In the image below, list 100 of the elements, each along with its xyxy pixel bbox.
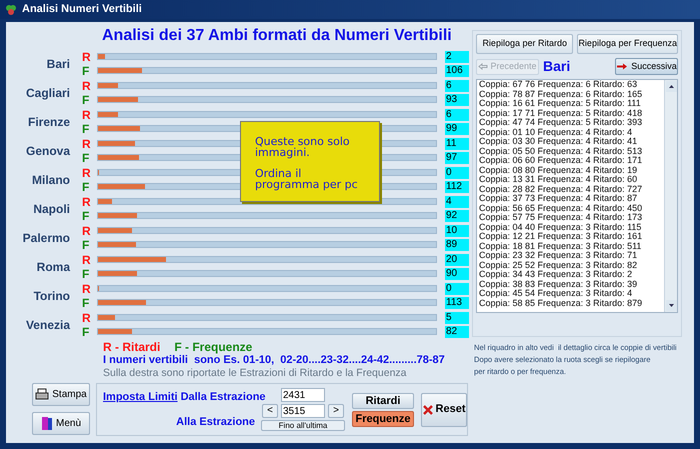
current-wheel: Bari [543, 57, 572, 76]
pair-item[interactable]: Coppia: 78 87 Frequenza: 6 Ritardo: 165 [479, 90, 664, 99]
previous-button[interactable]: < [262, 404, 278, 418]
wheel-name: Firenze [26, 114, 70, 130]
bar-letter: R [82, 108, 92, 120]
value-field: 10 [445, 224, 469, 236]
window-title: Analisi Numeri Vertibili [22, 2, 142, 18]
note-text: Queste sono solo immagini. [255, 136, 351, 158]
value-field: 2 [445, 50, 469, 62]
pair-item[interactable]: Coppia: 67 76 Frequenza: 6 Ritardo: 63 [479, 80, 664, 90]
scroll-up-icon[interactable] [666, 81, 677, 92]
pair-item[interactable]: Coppia: 17 71 Frequenza: 5 Ritardo: 418 [479, 108, 664, 118]
next-wheel-button[interactable]: Successiva [615, 58, 678, 75]
bar-letter: F [82, 122, 90, 134]
pair-item[interactable]: Coppia: 16 61 Frequenza: 5 Ritardo: 111 [479, 99, 664, 108]
example-text: I numeri vertibili sono Es. 01-10, 02-20....23-32....24-42.........78-87 [103, 354, 446, 367]
pair-item[interactable]: Coppia: 06 60 Frequenza: 4 Ritardo: 171 [479, 156, 664, 166]
bar-letter: R [82, 80, 92, 92]
pair-item[interactable]: Coppia: 38 83 Frequenza: 3 Ritardo: 39 [479, 280, 664, 289]
legend-text: R - Ritardi [103, 341, 160, 354]
bar-letter: F [82, 268, 90, 280]
note-text: Ordina il programma per pc [255, 168, 359, 190]
pair-item[interactable]: Coppia: 47 74 Frequenza: 5 Ritardo: 393 [479, 118, 664, 128]
pair-item[interactable]: Coppia: 04 40 Frequenza: 3 Ritardo: 115 [479, 222, 664, 232]
pair-item[interactable]: Coppia: 58 85 Frequenza: 3 Ritardo: 879 [479, 298, 664, 308]
value-field: 82 [445, 326, 469, 338]
pair-item[interactable]: Coppia: 45 54 Frequenza: 3 Ritardo: 4 [479, 289, 664, 298]
bar-letter: F [82, 64, 90, 76]
value-field: 90 [445, 268, 469, 280]
wheel-name: Palermo [22, 230, 70, 246]
to-last-button[interactable]: Fino all'ultima [261, 420, 345, 431]
pair-item[interactable]: Coppia: 28 82 Frequenza: 4 Ritardo: 727 [479, 184, 664, 194]
cross-icon [422, 404, 433, 414]
summary-button[interactable]: Riepiloga per Ritardo [476, 34, 574, 54]
wheel-name: Genova [24, 142, 70, 160]
pair-item[interactable]: Coppia: 56 65 Frequenza: 4 Ritardo: 450 [479, 204, 664, 213]
info-text: Sulla destra sono riportate le Estrazioni di Ritardo e la Frequenza [103, 367, 408, 380]
wheel-name: Bari [46, 56, 70, 72]
scrollbar[interactable] [664, 80, 677, 312]
limits-link[interactable]: Imposta Limiti [103, 388, 178, 405]
reset-button[interactable]: Reset [421, 392, 467, 426]
value-field: 112 [445, 180, 469, 192]
mode-button[interactable]: Frequenze [352, 410, 414, 426]
clover-icon [5, 4, 17, 16]
bar-letter: R [82, 166, 92, 178]
bar-letter: F [82, 326, 90, 338]
value-field: 113 [445, 296, 469, 308]
wheel-name: Cagliari [24, 84, 70, 102]
pair-item[interactable]: Coppia: 05 50 Frequenza: 4 Ritardo: 513 [479, 146, 664, 156]
bar-letter: F [82, 180, 90, 192]
bar-letter: R [82, 224, 92, 236]
from-field[interactable]: 2431 [281, 388, 325, 402]
from-label: Dalla Estrazione [180, 390, 266, 404]
pair-item[interactable]: Coppia: 13 31 Frequenza: 4 Ritardo: 60 [479, 175, 664, 184]
wheel-name: Napoli [32, 200, 70, 218]
value-field: 89 [445, 238, 469, 250]
value-field: 99 [445, 122, 469, 134]
value-field: 4 [445, 196, 469, 208]
legend-text: F - Frequenze [174, 341, 252, 354]
right-arrow-icon [616, 63, 628, 70]
left-arrow-icon [478, 63, 488, 70]
bar-letter: F [82, 152, 90, 164]
pair-item[interactable]: Coppia: 34 43 Frequenza: 3 Ritardo: 2 [479, 270, 664, 280]
wheel-name: Milano [31, 172, 70, 188]
heading: Analisi dei 37 Ambi formati da Numeri Vertibili [102, 26, 453, 46]
pair-item[interactable]: Coppia: 23 32 Frequenza: 3 Ritardo: 71 [479, 251, 664, 260]
pair-item[interactable]: Coppia: 03 30 Frequenza: 4 Ritardo: 41 [479, 137, 664, 146]
bar-letter: R [82, 282, 92, 294]
value-field: 106 [445, 64, 469, 76]
bar-letter: R [82, 254, 92, 266]
value-field: 0 [445, 282, 469, 294]
pair-item[interactable]: Coppia: 01 10 Frequenza: 4 Ritardo: 4 [479, 128, 664, 137]
bar-letter: F [82, 296, 90, 308]
scroll-down-icon[interactable] [666, 300, 677, 311]
value-field: 11 [445, 138, 469, 150]
pair-item[interactable]: Coppia: 37 73 Frequenza: 4 Ritardo: 87 [479, 194, 664, 204]
wheel-name: Torino [32, 288, 70, 304]
pair-item[interactable]: Coppia: 25 52 Frequenza: 3 Ritardo: 82 [479, 260, 664, 270]
pair-item[interactable]: Coppia: 08 80 Frequenza: 4 Ritardo: 19 [479, 166, 664, 175]
bar-letter: F [82, 238, 90, 250]
mode-button[interactable]: Ritardi [352, 392, 414, 408]
value-field: 92 [445, 210, 469, 222]
pair-item[interactable]: Coppia: 18 81 Frequenza: 3 Ritardo: 511 [479, 242, 664, 251]
pair-item[interactable]: Coppia: 57 75 Frequenza: 4 Ritardo: 173 [479, 213, 664, 222]
bar-letter: F [82, 94, 90, 106]
value-field: 20 [445, 254, 469, 266]
door-icon [40, 416, 53, 431]
wheel-name: Roma [36, 258, 70, 276]
summary-button[interactable]: Riepiloga per Frequenza [577, 34, 678, 54]
wheel-name: Venezia [24, 316, 70, 334]
next-button[interactable]: > [328, 404, 344, 418]
value-field: 6 [445, 108, 469, 120]
menu-button[interactable]: Menù [32, 412, 90, 435]
bar-letter: F [82, 210, 90, 222]
bar-letter: R [82, 50, 92, 62]
print-button[interactable]: Stampa [32, 383, 90, 406]
bar-letter: R [82, 138, 92, 150]
to-field[interactable]: 3515 [281, 404, 325, 418]
bar-letter: R [82, 196, 92, 208]
pair-item[interactable]: Coppia: 12 21 Frequenza: 3 Ritardo: 161 [479, 232, 664, 242]
